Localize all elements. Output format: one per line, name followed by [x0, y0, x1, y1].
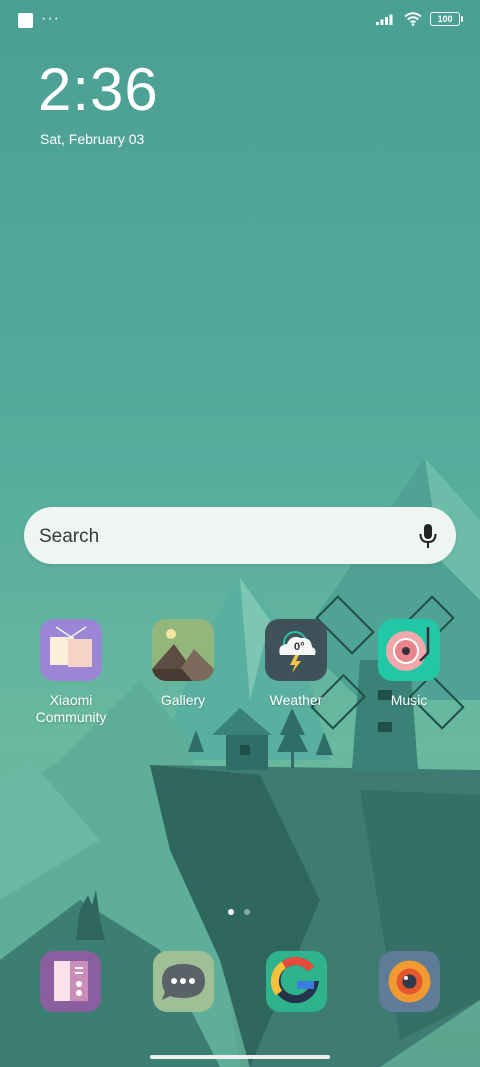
clock-date[interactable]: Sat, February 03 [40, 131, 144, 147]
gesture-home-bar[interactable] [150, 1055, 330, 1059]
app-xiaomi-community[interactable]: Xiaomi Community [16, 619, 126, 726]
page-indicator [228, 909, 250, 915]
search-placeholder: Search [39, 526, 100, 547]
signal-icon [376, 14, 393, 25]
app-music[interactable]: Music [354, 619, 464, 709]
weather-icon: 0° [265, 619, 327, 681]
clock-time[interactable]: 2:36 [38, 54, 159, 126]
battery-icon: 100 [430, 12, 463, 26]
search-bar[interactable]: Search [24, 507, 456, 564]
notification-icon [18, 13, 33, 28]
wifi-icon [404, 12, 422, 26]
xiaomi-community-icon [40, 619, 102, 681]
microphone-icon[interactable] [418, 523, 438, 549]
file-manager-icon[interactable] [40, 951, 101, 1012]
weather-temperature: 0° [294, 641, 305, 653]
page-dot [244, 909, 250, 915]
app-gallery[interactable]: Gallery [128, 619, 238, 709]
app-label: Music [390, 692, 428, 708]
google-icon[interactable] [266, 951, 327, 1012]
app-label: Weather [269, 692, 323, 708]
app-weather[interactable]: 0° Weather [241, 619, 351, 709]
status-bar: ··· 100 [0, 0, 480, 42]
messages-icon[interactable] [153, 951, 214, 1012]
music-icon [378, 619, 440, 681]
app-label: Xiaomi Community [35, 692, 107, 725]
gallery-icon [152, 619, 214, 681]
app-label: Gallery [160, 692, 206, 708]
more-notifications-icon: ··· [41, 9, 60, 27]
camera-icon[interactable] [379, 951, 440, 1012]
page-dot-active [228, 909, 234, 915]
